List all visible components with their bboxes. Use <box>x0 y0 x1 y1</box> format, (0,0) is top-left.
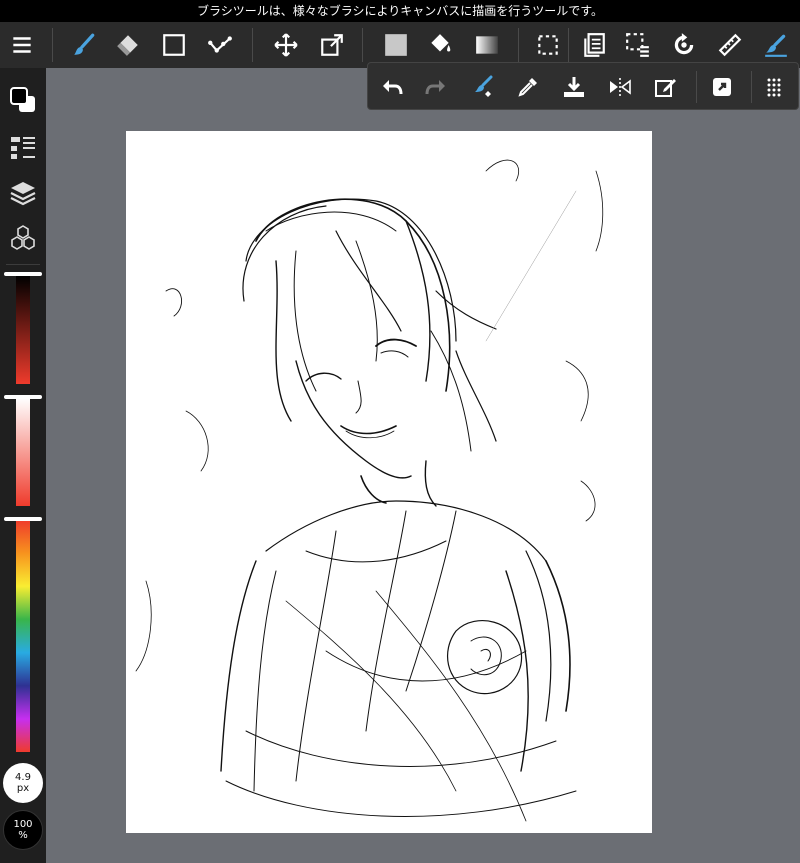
brush-settings-icon <box>475 75 493 97</box>
zoom-value: 100 <box>13 819 33 830</box>
brush-size-unit: px <box>16 783 30 794</box>
app-window: ブラシツールは、様々なブラシによりキャンバスに描画を行うツールです。 4.9 p… <box>0 0 800 863</box>
brush-snap-icon <box>765 34 787 57</box>
zoom-unit: % <box>18 830 28 841</box>
brush-settings-button[interactable] <box>462 63 506 111</box>
layer-list-button[interactable] <box>0 126 46 170</box>
opacity-slider-handle[interactable] <box>4 272 42 276</box>
rotate-icon <box>674 33 694 55</box>
dot-line-tool-button[interactable] <box>198 22 242 68</box>
color-swatch-button[interactable] <box>0 78 46 122</box>
eraser-tool-button[interactable] <box>106 22 150 68</box>
layers-icon <box>10 182 36 206</box>
brush-icon <box>74 33 95 55</box>
fill-color-icon <box>385 34 407 56</box>
ruler-icon <box>718 33 742 57</box>
hint-bar: ブラシツールは、様々なブラシによりキャンバスに描画を行うツールです。 <box>0 0 800 22</box>
export-icon <box>713 78 731 96</box>
move-icon <box>274 33 298 57</box>
dot-line-icon <box>208 36 232 53</box>
transform-tool-button[interactable] <box>310 22 354 68</box>
export-button[interactable] <box>700 63 744 111</box>
redo-button[interactable] <box>414 63 458 111</box>
hue-slider-handle[interactable] <box>4 517 42 521</box>
subbar-divider <box>696 71 697 103</box>
flip-button[interactable] <box>598 63 642 111</box>
layer-list-icon <box>11 137 35 159</box>
undo-icon <box>383 80 403 95</box>
more-icon <box>767 78 781 97</box>
brightness-slider-handle[interactable] <box>4 395 42 399</box>
color-swatch-icon <box>10 87 35 112</box>
selection-list-icon <box>626 33 649 57</box>
save-icon <box>564 77 584 97</box>
copy-icon <box>584 33 605 57</box>
menu-button[interactable] <box>0 22 44 68</box>
left-panel: 4.9 px 100 % <box>0 68 46 863</box>
selection-icon <box>538 35 558 55</box>
zoom-button[interactable]: 100 % <box>3 810 43 850</box>
eyedropper-button[interactable] <box>506 63 550 111</box>
toolbar-divider <box>52 28 53 62</box>
rectangle-icon <box>163 34 185 56</box>
undo-button[interactable] <box>370 63 414 111</box>
brightness-slider[interactable] <box>16 398 30 506</box>
flip-icon <box>610 78 631 96</box>
menu-icon <box>13 37 31 53</box>
layers-button[interactable] <box>0 171 46 215</box>
move-tool-button[interactable] <box>264 22 308 68</box>
toolbar-divider <box>568 28 569 62</box>
hint-text: ブラシツールは、様々なブラシによりキャンバスに描画を行うツールです。 <box>196 4 604 18</box>
edit-button[interactable] <box>644 63 688 111</box>
opacity-slider[interactable] <box>16 276 30 384</box>
cubes-icon <box>11 225 35 250</box>
shape-tool-button[interactable] <box>152 22 196 68</box>
panel-divider <box>6 264 40 265</box>
sketch-drawing <box>135 159 604 822</box>
save-button[interactable] <box>552 63 596 111</box>
toolbar-divider <box>362 28 363 62</box>
brush-size-button[interactable]: 4.9 px <box>3 763 43 803</box>
toolbar-divider <box>518 28 519 62</box>
eraser-icon <box>117 35 138 56</box>
brush-tool-button[interactable] <box>62 22 106 68</box>
bucket-icon <box>431 34 451 52</box>
toolbar-divider <box>252 28 253 62</box>
eyedropper-icon <box>518 78 537 97</box>
more-button[interactable] <box>752 63 796 111</box>
materials-button[interactable] <box>0 216 46 260</box>
drawing-canvas[interactable] <box>126 131 652 833</box>
transform-icon <box>321 34 343 56</box>
brush-size-value: 4.9 <box>15 772 31 783</box>
edit-icon <box>655 79 676 97</box>
hue-slider[interactable] <box>16 520 30 752</box>
gradient-icon <box>476 36 498 54</box>
redo-icon <box>425 80 445 95</box>
sub-toolbar <box>367 62 799 110</box>
